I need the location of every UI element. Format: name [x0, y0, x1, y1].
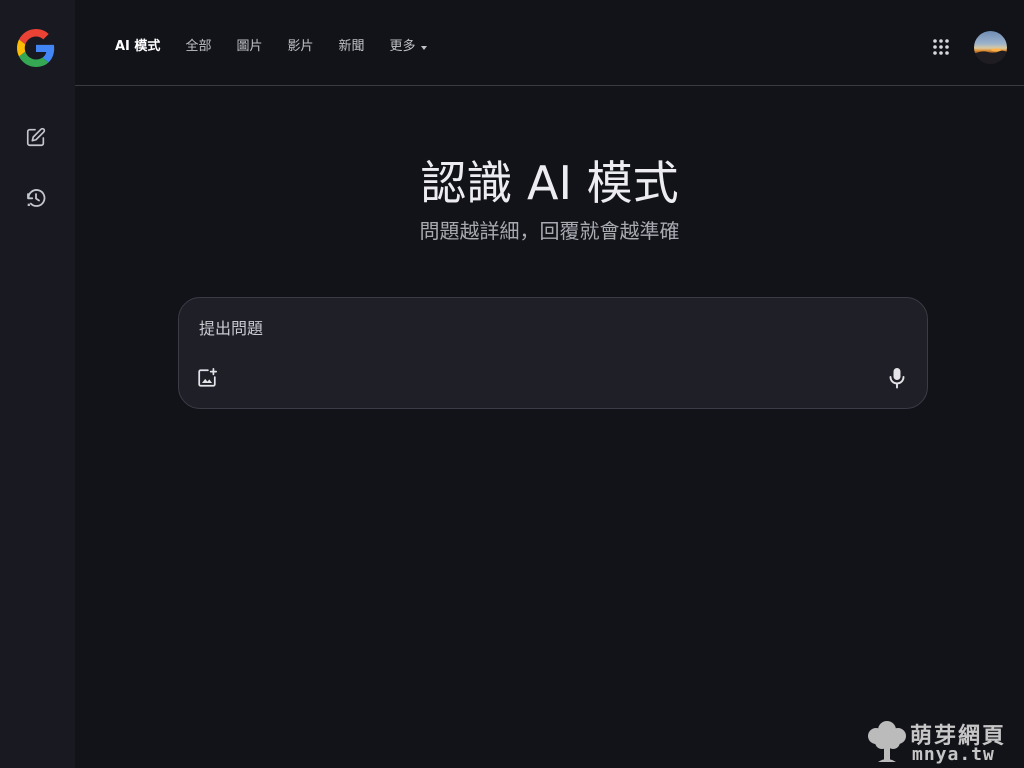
page-subtitle: 問題越詳細，回覆就會越準確	[419, 219, 680, 243]
account-avatar[interactable]	[974, 31, 1007, 64]
ask-box	[178, 297, 928, 409]
tab-label: 全部	[185, 39, 212, 54]
tree-logo-icon	[868, 721, 906, 762]
microphone-icon	[889, 368, 905, 389]
add-image-button[interactable]	[193, 364, 221, 392]
tab-news[interactable]: 新聞	[338, 38, 364, 56]
site-watermark: 萌芽網頁 mnya.tw	[866, 718, 1024, 766]
page-title: 認識 AI 模式	[420, 156, 679, 210]
history-button[interactable]	[18, 180, 54, 216]
voice-search-button[interactable]	[883, 364, 911, 392]
tab-ai-mode[interactable]: AI 模式	[115, 38, 160, 56]
search-tabs: AI 模式 全部 圖片 影片 新聞 更多	[115, 38, 452, 56]
left-sidebar	[0, 0, 75, 768]
google-logo-icon[interactable]	[17, 29, 55, 67]
tab-label: 更多	[389, 39, 416, 54]
watermark-domain: mnya.tw	[912, 744, 995, 765]
tab-images[interactable]: 圖片	[236, 38, 262, 56]
tab-videos[interactable]: 影片	[287, 38, 313, 56]
edit-square-icon	[26, 127, 46, 147]
tab-label: 圖片	[236, 39, 263, 54]
tab-more-dropdown[interactable]: 更多	[390, 38, 427, 56]
apps-grid-icon	[933, 39, 949, 55]
avatar-image	[974, 48, 1007, 64]
history-icon	[27, 189, 46, 207]
add-image-icon	[198, 367, 218, 387]
caret-down-icon	[420, 45, 427, 50]
tab-label: 影片	[287, 39, 314, 54]
app-root: AI 模式 全部 圖片 影片 新聞 更多 認識 AI 模式 問題越詳細，回覆就會…	[0, 0, 1024, 768]
ask-input[interactable]	[199, 316, 899, 340]
top-navigation-bar: AI 模式 全部 圖片 影片 新聞 更多	[75, 0, 1024, 86]
tab-label: 新聞	[338, 39, 365, 54]
tab-all[interactable]: 全部	[185, 38, 211, 56]
tab-label: AI 模式	[115, 39, 161, 54]
new-chat-button[interactable]	[18, 119, 54, 155]
google-apps-button[interactable]	[927, 33, 955, 61]
